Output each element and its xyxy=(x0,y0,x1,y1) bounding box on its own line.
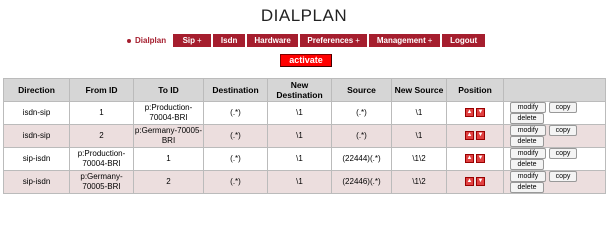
table-row: sip-isdn p:Production-70004-BRI 1 (.*) \… xyxy=(3,147,606,171)
arrow-up-icon[interactable]: ▲ xyxy=(465,131,474,141)
cell-destination: (.*) xyxy=(203,124,268,148)
nav-item-label: Sip xyxy=(182,36,196,45)
copy-button[interactable]: copy xyxy=(549,102,577,113)
page-title: DIALPLAN xyxy=(260,6,348,25)
cell-to-id: 2 xyxy=(133,170,204,194)
activate-button[interactable]: activate xyxy=(280,54,332,67)
nav-item-dialplan[interactable]: Dialplan xyxy=(122,34,174,47)
col-header-new-destination: New Destination xyxy=(267,78,332,102)
arrow-down-icon[interactable]: ▼ xyxy=(476,108,485,118)
col-header-source: Source xyxy=(331,78,392,102)
cell-destination: (.*) xyxy=(203,170,268,194)
cell-new-source: \1 xyxy=(391,101,447,125)
cell-to-id: p:Production-70004-BRI xyxy=(133,101,204,125)
arrow-down-icon[interactable]: ▼ xyxy=(476,154,485,164)
cell-new-destination: \1 xyxy=(267,124,332,148)
col-header-actions xyxy=(503,78,606,102)
cell-actions: modify copy delete xyxy=(503,170,606,194)
cell-direction: sip-isdn xyxy=(3,147,70,171)
table-row: isdn-sip 2 p:Germany-70005-BRI (.*) \1 (… xyxy=(3,124,606,148)
delete-button[interactable]: delete xyxy=(510,182,544,193)
cell-source: (22446)(.*) xyxy=(331,170,392,194)
cell-destination: (.*) xyxy=(203,147,268,171)
col-header-direction: Direction xyxy=(3,78,70,102)
dialplan-table: Direction From ID To ID Destination New … xyxy=(3,78,606,194)
arrow-up-icon[interactable]: ▲ xyxy=(465,177,474,187)
delete-button[interactable]: delete xyxy=(510,136,544,147)
cell-to-id: 1 xyxy=(133,147,204,171)
col-header-destination: Destination xyxy=(203,78,268,102)
cell-destination: (.*) xyxy=(203,101,268,125)
col-header-position: Position xyxy=(446,78,504,102)
modify-button[interactable]: modify xyxy=(510,148,546,159)
main-nav: Dialplan Sip + Isdn Hardware Preferences… xyxy=(122,34,486,47)
cell-position: ▲ ▼ xyxy=(446,101,504,125)
arrow-down-icon[interactable]: ▼ xyxy=(476,131,485,141)
nav-item-label: Logout xyxy=(450,36,478,45)
nav-item-management[interactable]: Management + xyxy=(369,34,443,47)
arrow-up-icon[interactable]: ▲ xyxy=(465,154,474,164)
nav-item-logout[interactable]: Logout xyxy=(442,34,486,47)
cell-actions: modify copy delete xyxy=(503,124,606,148)
nav-item-label: Preferences xyxy=(307,36,354,45)
delete-button[interactable]: delete xyxy=(510,159,544,170)
nav-item-label: Hardware xyxy=(254,36,291,45)
col-header-to-id: To ID xyxy=(133,78,204,102)
modify-button[interactable]: modify xyxy=(510,171,546,182)
cell-direction: isdn-sip xyxy=(3,101,70,125)
col-header-new-source: New Source xyxy=(391,78,447,102)
cell-from-id: 2 xyxy=(69,124,134,148)
cell-new-source: \1\2 xyxy=(391,170,447,194)
nav-item-hardware[interactable]: Hardware xyxy=(247,34,301,47)
cell-direction: isdn-sip xyxy=(3,124,70,148)
table-row: sip-isdn p:Germany-70005-BRI 2 (.*) \1 (… xyxy=(3,170,606,194)
delete-button[interactable]: delete xyxy=(510,113,544,124)
nav-item-isdn[interactable]: Isdn xyxy=(213,34,248,47)
cell-from-id: 1 xyxy=(69,101,134,125)
cell-new-destination: \1 xyxy=(267,147,332,171)
submenu-plus-icon: + xyxy=(197,36,202,45)
cell-new-destination: \1 xyxy=(267,101,332,125)
active-bullet-icon xyxy=(127,38,131,43)
copy-button[interactable]: copy xyxy=(549,171,577,182)
nav-item-label: Management xyxy=(376,36,426,45)
cell-source: (.*) xyxy=(331,124,392,148)
cell-from-id: p:Germany-70005-BRI xyxy=(69,170,134,194)
col-header-from-id: From ID xyxy=(69,78,134,102)
cell-position: ▲ ▼ xyxy=(446,147,504,171)
nav-item-label: Dialplan xyxy=(135,36,167,45)
modify-button[interactable]: modify xyxy=(510,125,546,136)
modify-button[interactable]: modify xyxy=(510,102,546,113)
nav-item-sip[interactable]: Sip + xyxy=(173,34,214,47)
cell-source: (22444)(.*) xyxy=(331,147,392,171)
cell-to-id: p:Germany-70005-BRI xyxy=(133,124,204,148)
cell-new-source: \1 xyxy=(391,124,447,148)
arrow-down-icon[interactable]: ▼ xyxy=(476,177,485,187)
cell-actions: modify copy delete xyxy=(503,147,606,171)
nav-item-label: Isdn xyxy=(220,36,238,45)
cell-direction: sip-isdn xyxy=(3,170,70,194)
cell-actions: modify copy delete xyxy=(503,101,606,125)
submenu-plus-icon: + xyxy=(355,36,360,45)
cell-position: ▲ ▼ xyxy=(446,124,504,148)
copy-button[interactable]: copy xyxy=(549,125,577,136)
submenu-plus-icon: + xyxy=(427,36,433,45)
arrow-up-icon[interactable]: ▲ xyxy=(465,108,474,118)
cell-position: ▲ ▼ xyxy=(446,170,504,194)
cell-new-source: \1\2 xyxy=(391,147,447,171)
table-row: isdn-sip 1 p:Production-70004-BRI (.*) \… xyxy=(3,101,606,125)
cell-new-destination: \1 xyxy=(267,170,332,194)
cell-from-id: p:Production-70004-BRI xyxy=(69,147,134,171)
cell-source: (.*) xyxy=(331,101,392,125)
nav-item-preferences[interactable]: Preferences + xyxy=(300,34,370,47)
table-header-row: Direction From ID To ID Destination New … xyxy=(3,78,606,102)
copy-button[interactable]: copy xyxy=(549,148,577,159)
